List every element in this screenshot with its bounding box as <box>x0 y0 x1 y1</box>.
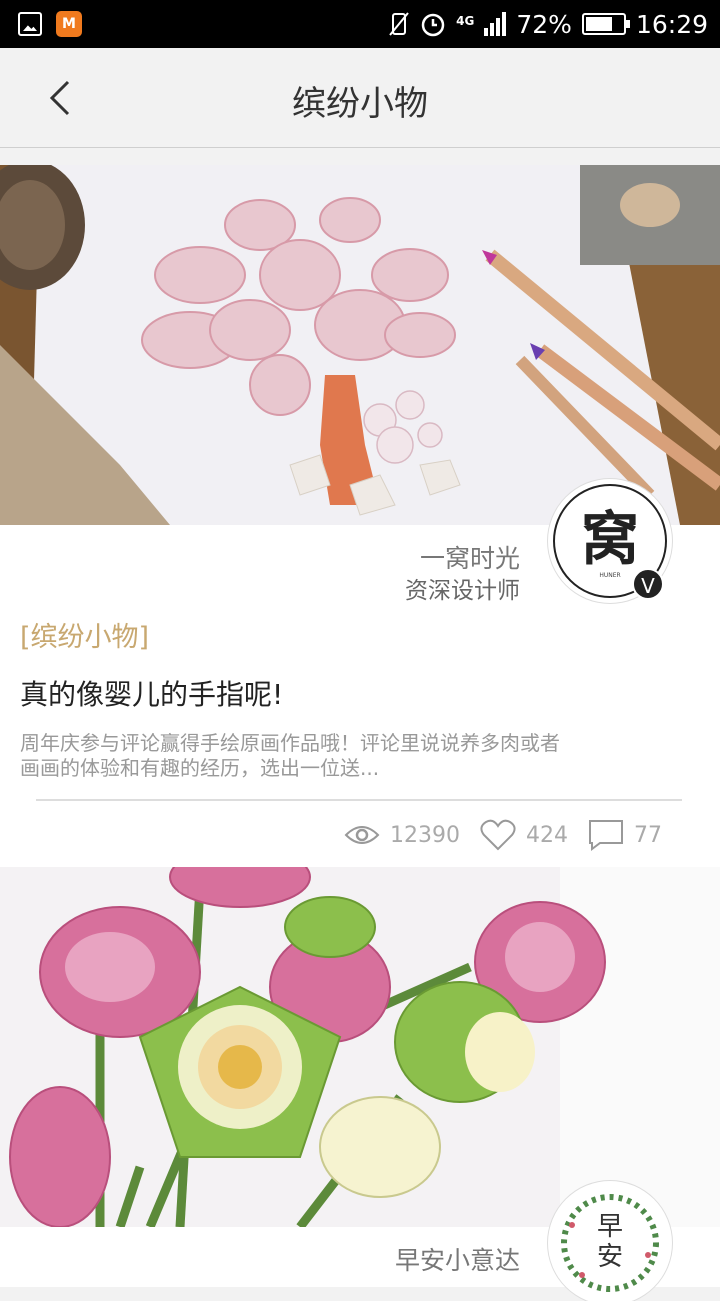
verified-badge: V <box>632 568 664 600</box>
likes-count: 424 <box>526 822 568 848</box>
alarm-icon <box>421 13 445 37</box>
comment-icon <box>589 820 623 851</box>
article-stats: 12390 424 77 <box>344 819 662 851</box>
signal-icon <box>484 12 507 36</box>
excerpt-line: 画画的体验和有趣的经历，选出一位送... <box>20 756 380 780</box>
excerpt-line: 周年庆参与评论赢得手绘原画作品哦！评论里说说养多肉或者 <box>20 731 560 755</box>
heart-icon <box>480 819 516 851</box>
article-card[interactable]: 一窝时光 资深设计师 窝 HUNER V [缤纷小物] 真的像婴儿的手指呢! 周… <box>0 165 720 867</box>
lotus-flowers-photo[interactable] <box>0 867 720 1227</box>
article-excerpt: 周年庆参与评论赢得手绘原画作品哦！评论里说说养多肉或者 画画的体验和有趣的经历，… <box>20 731 670 781</box>
avatar-text: 安 <box>597 1242 623 1272</box>
battery-percent: 72% <box>516 9 572 39</box>
divider <box>36 799 682 801</box>
image-icon <box>18 12 42 36</box>
author-role: 资深设计师 <box>405 578 520 604</box>
comments-count: 77 <box>634 822 662 848</box>
author-name: 一窝时光 <box>419 544 520 573</box>
avatar-sub: HUNER <box>599 572 620 579</box>
views-count: 12390 <box>390 822 460 848</box>
vibrate-icon <box>389 12 409 36</box>
battery-icon <box>581 13 630 35</box>
avatar[interactable]: 早 安 <box>552 1185 668 1301</box>
views-stat: 12390 <box>344 823 460 848</box>
eye-icon <box>344 826 380 844</box>
status-bar: M 4G 72% 16:29 <box>0 0 720 48</box>
author-name: 早安小意达 <box>394 1246 520 1275</box>
network-label: 4G <box>456 13 475 28</box>
avatar-text: 早 <box>597 1212 623 1242</box>
article-card[interactable]: 早安小意达 早 安 <box>0 867 720 1301</box>
nav-bar: 缤纷小物 <box>0 48 720 148</box>
category-tag[interactable]: [缤纷小物] <box>20 615 149 654</box>
article-list[interactable]: 一窝时光 资深设计师 窝 HUNER V [缤纷小物] 真的像婴儿的手指呢! 周… <box>0 165 720 1301</box>
avatar-text: 窝 <box>581 505 639 573</box>
page-title: 缤纷小物 <box>292 84 428 124</box>
article-title[interactable]: 真的像婴儿的手指呢! <box>20 673 283 713</box>
mango-tv-icon: M <box>56 11 82 37</box>
comments-button[interactable]: 77 <box>588 819 662 851</box>
succulent-drawing-photo[interactable] <box>0 165 720 525</box>
avatar-logo: 早 安 <box>554 1187 666 1299</box>
likes-button[interactable]: 424 <box>480 819 568 851</box>
author-info[interactable]: 一窝时光 资深设计师 <box>405 543 520 607</box>
clock: 16:29 <box>635 9 708 39</box>
author-info[interactable]: 早安小意达 <box>395 1245 520 1277</box>
